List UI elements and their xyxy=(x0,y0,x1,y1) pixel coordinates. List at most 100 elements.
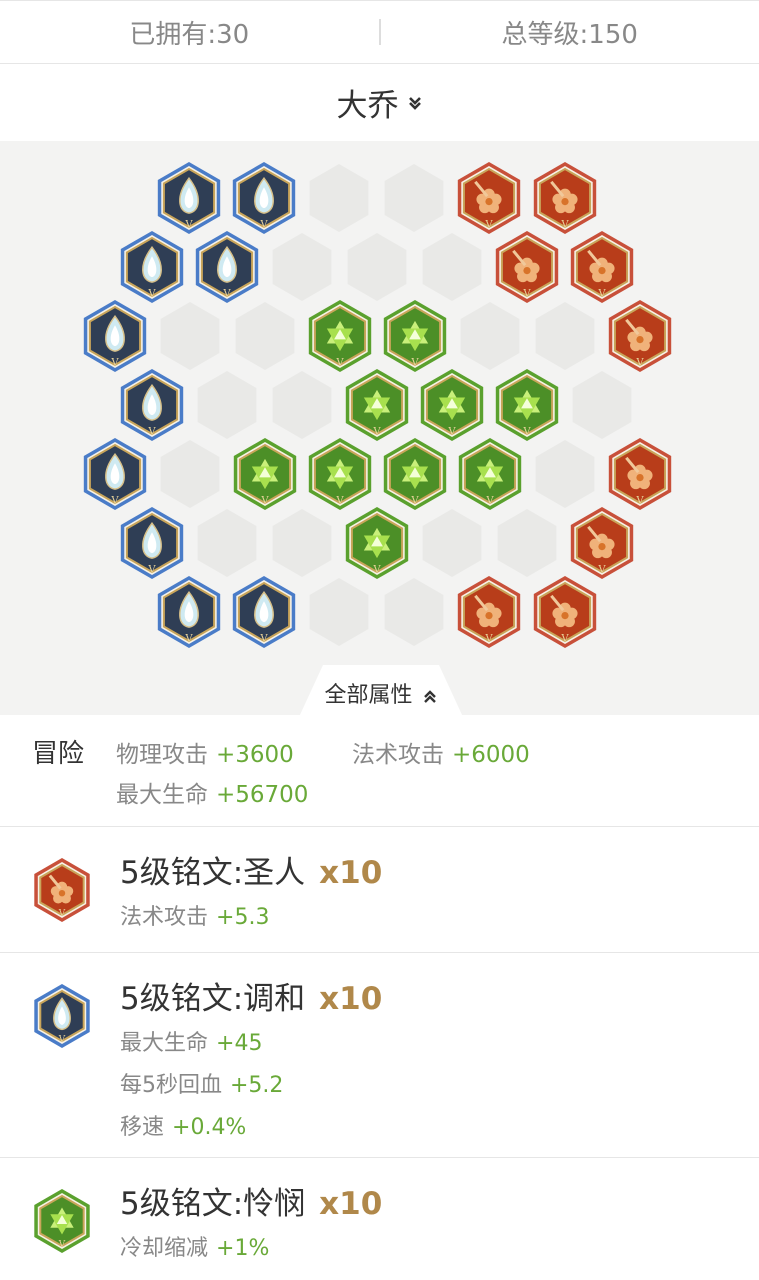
empty-rune-slot[interactable] xyxy=(160,302,220,370)
rune-attr: 冷却缩减 +1% xyxy=(120,1230,269,1262)
hero-name[interactable]: 大乔 xyxy=(337,80,399,125)
teardrop-rune-icon[interactable]: V xyxy=(157,162,221,234)
hero-selector[interactable]: 大乔 xyxy=(0,64,759,141)
teardrop-rune-icon[interactable]: V xyxy=(120,369,184,441)
svg-text:V: V xyxy=(484,220,493,231)
svg-text:V: V xyxy=(184,220,193,231)
svg-text:V: V xyxy=(147,427,156,438)
flower-rune-icon[interactable]: V xyxy=(608,438,672,510)
flower-rune-icon[interactable]: V xyxy=(457,576,521,648)
teardrop-rune-icon[interactable]: V xyxy=(232,576,296,648)
flower-rune-icon[interactable]: V xyxy=(533,576,597,648)
double-chevron-up-icon xyxy=(423,690,436,703)
empty-rune-slot[interactable] xyxy=(460,302,520,370)
total-level: 总等级:150 xyxy=(501,19,638,50)
star-rune-icon[interactable]: V xyxy=(420,369,484,441)
red-flower-rune-icon[interactable]: V xyxy=(34,858,90,922)
attr-magic-attack: 法术攻击 +6000 xyxy=(352,735,530,769)
star-rune-icon[interactable]: V xyxy=(308,300,372,372)
empty-rune-slot[interactable] xyxy=(272,233,332,301)
flower-rune-icon[interactable]: V xyxy=(495,231,559,303)
svg-text:V: V xyxy=(560,220,569,231)
teardrop-rune-icon[interactable]: V xyxy=(157,576,221,648)
empty-rune-slot[interactable] xyxy=(572,371,632,439)
empty-rune-slot[interactable] xyxy=(160,440,220,508)
rune-item-shengren[interactable]: V 5级铭文:圣人 x10 法术攻击 +5.3 xyxy=(0,827,759,953)
rune-title: 5级铭文:圣人 x10 xyxy=(120,847,382,892)
svg-text:V: V xyxy=(522,289,531,300)
empty-rune-slot[interactable] xyxy=(384,164,444,232)
star-rune-icon[interactable]: V xyxy=(345,369,409,441)
teardrop-rune-icon[interactable]: V xyxy=(120,507,184,579)
teardrop-rune-icon[interactable]: V xyxy=(83,438,147,510)
empty-rune-slot[interactable] xyxy=(197,371,257,439)
rune-attr: 每5秒回血 +5.2 xyxy=(120,1067,283,1099)
attr-value: +3600 xyxy=(216,742,294,768)
star-rune-icon[interactable]: V xyxy=(458,438,522,510)
blue-teardrop-rune-icon: V xyxy=(34,984,90,1048)
rune-count: x10 xyxy=(319,981,383,1017)
svg-text:V: V xyxy=(222,289,231,300)
svg-text:V: V xyxy=(260,496,269,507)
empty-rune-slot[interactable] xyxy=(535,440,595,508)
empty-rune-slot[interactable] xyxy=(197,509,257,577)
empty-rune-slot[interactable] xyxy=(347,233,407,301)
green-star-rune-icon[interactable]: V xyxy=(34,1189,90,1253)
flower-rune-icon[interactable]: V xyxy=(608,300,672,372)
attr-value: +6000 xyxy=(452,742,530,768)
tab-label[interactable]: 全部属性 xyxy=(299,677,463,709)
teardrop-rune-icon[interactable]: V xyxy=(120,231,184,303)
double-chevron-down-icon[interactable] xyxy=(407,95,423,111)
flower-rune-icon[interactable]: V xyxy=(570,507,634,579)
rune-board: V V V V V V V V V V V V V V V V V V V V V V V V V V V V V xyxy=(0,141,759,715)
empty-rune-slot[interactable] xyxy=(422,509,482,577)
teardrop-rune-icon[interactable]: V xyxy=(232,162,296,234)
rune-attr-label: 冷却缩减 xyxy=(120,1236,209,1261)
rune-attr-label: 每5秒回血 xyxy=(120,1073,222,1098)
empty-rune-slot[interactable] xyxy=(309,164,369,232)
empty-rune-slot[interactable] xyxy=(272,509,332,577)
star-rune-icon[interactable]: V xyxy=(345,507,409,579)
empty-rune-slot[interactable] xyxy=(535,302,595,370)
svg-text:V: V xyxy=(372,565,381,576)
svg-text:V: V xyxy=(335,358,344,369)
svg-text:V: V xyxy=(485,496,494,507)
empty-rune-slot[interactable] xyxy=(309,578,369,646)
tab-all-attributes[interactable]: 全部属性 xyxy=(299,665,463,717)
empty-rune-slot[interactable] xyxy=(235,302,295,370)
rune-attr-value: +5.3 xyxy=(216,905,270,930)
attr-label: 最大生命 xyxy=(116,782,208,808)
svg-text:V: V xyxy=(447,427,456,438)
empty-rune-slot[interactable] xyxy=(497,509,557,577)
rune-item-tiaohe[interactable]: V 5级铭文:调和 x10 最大生命 +45 每5秒回血 +5.2 移速 +0.4% xyxy=(0,953,759,1158)
owned-count: 已拥有:30 xyxy=(129,19,250,50)
svg-text:V: V xyxy=(597,565,606,576)
star-rune-icon[interactable]: V xyxy=(383,438,447,510)
teardrop-rune-icon[interactable]: V xyxy=(83,300,147,372)
rune-item-lianmin[interactable]: V 5级铭文:怜悯 x10 冷却缩减 +1% xyxy=(0,1158,759,1280)
blue-teardrop-rune-icon[interactable]: V xyxy=(34,984,90,1048)
attr-max-hp: 最大生命 +56700 xyxy=(116,775,308,809)
svg-text:V: V xyxy=(410,496,419,507)
rune-attr-value: +45 xyxy=(216,1031,263,1056)
svg-text:V: V xyxy=(522,427,531,438)
rune-attr-value: +5.2 xyxy=(230,1073,284,1098)
rune-title-text: 5级铭文:怜悯 xyxy=(120,1186,306,1222)
star-rune-icon[interactable]: V xyxy=(495,369,559,441)
rune-count: x10 xyxy=(319,855,383,891)
flower-rune-icon[interactable]: V xyxy=(533,162,597,234)
attr-value: +56700 xyxy=(216,782,309,808)
empty-rune-slot[interactable] xyxy=(422,233,482,301)
empty-rune-slot[interactable] xyxy=(384,578,444,646)
svg-text:V: V xyxy=(58,909,66,919)
empty-rune-slot[interactable] xyxy=(272,371,332,439)
svg-text:V: V xyxy=(635,358,644,369)
star-rune-icon[interactable]: V xyxy=(233,438,297,510)
svg-text:V: V xyxy=(110,496,119,507)
star-rune-icon[interactable]: V xyxy=(308,438,372,510)
teardrop-rune-icon[interactable]: V xyxy=(195,231,259,303)
flower-rune-icon[interactable]: V xyxy=(570,231,634,303)
svg-text:V: V xyxy=(184,634,193,645)
flower-rune-icon[interactable]: V xyxy=(457,162,521,234)
star-rune-icon[interactable]: V xyxy=(383,300,447,372)
